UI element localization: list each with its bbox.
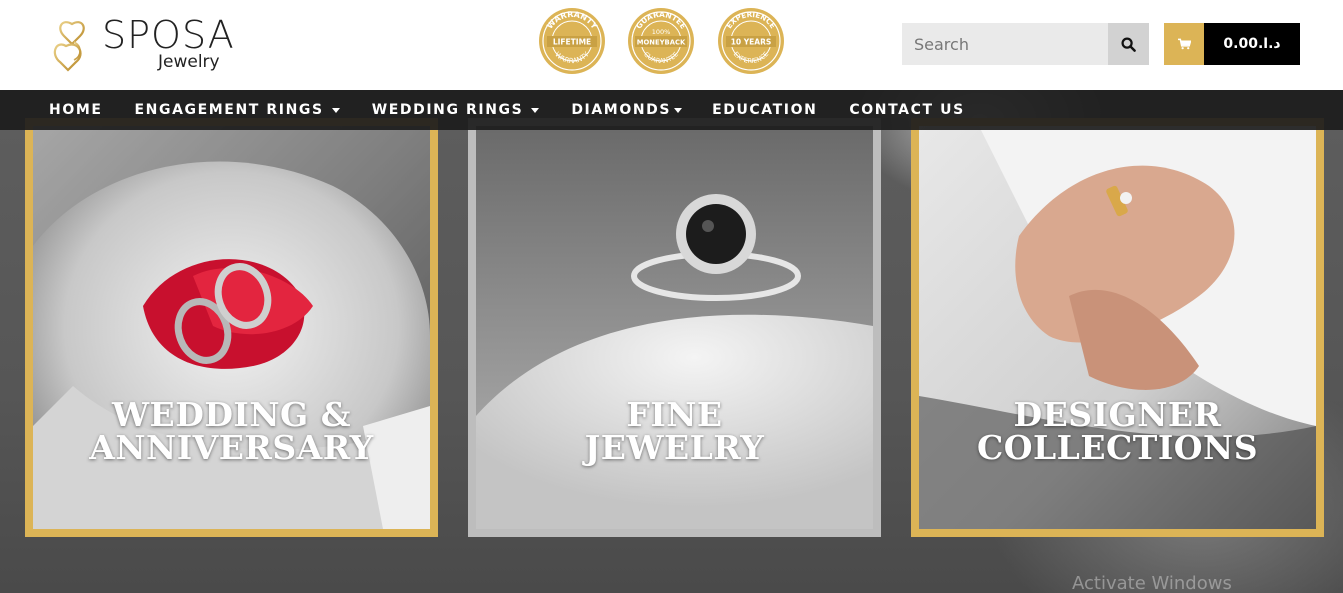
brand-name: SPOSA [102, 13, 235, 57]
moneyback-seal-icon: GUARANTEE GUARANTEE 100% MONEYBACK [628, 8, 694, 74]
nav-diamonds[interactable]: DIAMONDS [555, 90, 696, 130]
search-button[interactable] [1108, 23, 1149, 65]
cart-icon-box [1164, 23, 1204, 65]
category-title-line1: FINE [626, 395, 723, 434]
category-card-wedding-anniversary[interactable]: WEDDING & ANNIVERSARY [25, 118, 438, 537]
nav-contact-us-label: CONTACT US [849, 102, 965, 118]
svg-text:LIFETIME: LIFETIME [553, 38, 591, 47]
category-title: WEDDING & ANNIVERSARY [33, 398, 430, 464]
site-header: SPOSA Jewelry WARRANTY WARRANTY LIFETIME… [0, 0, 1343, 90]
category-title: FINE JEWELRY [476, 398, 873, 464]
hero-section: HOME ENGAGEMENT RINGS WEDDING RINGS DIAM… [0, 90, 1343, 593]
nav-education-label: EDUCATION [712, 102, 818, 118]
category-title-line1: WEDDING & [111, 395, 351, 434]
category-title-line2: JEWELRY [584, 428, 765, 467]
brand-logo[interactable]: SPOSA Jewelry [52, 14, 292, 76]
experience-seal-icon: EXPERIENCE EXPERIENCE 10 YEARS [718, 8, 784, 74]
search-bar [902, 23, 1149, 65]
os-activation-watermark: Activate Windows [1072, 573, 1232, 593]
nav-home[interactable]: HOME [33, 90, 119, 130]
nav-engagement-rings[interactable]: ENGAGEMENT RINGS [119, 90, 356, 130]
svg-text:100%: 100% [652, 28, 671, 36]
shopping-cart-icon [1177, 38, 1191, 50]
hands-with-rings-image [33, 126, 430, 529]
search-input[interactable] [902, 23, 1108, 65]
nav-education[interactable]: EDUCATION [696, 90, 833, 130]
trust-badges: WARRANTY WARRANTY LIFETIME GUARANTEE GUA… [538, 7, 788, 75]
category-card-designer-collections[interactable]: DESIGNER COLLECTIONS [911, 118, 1324, 537]
search-icon [1121, 36, 1136, 52]
cart-total: د.ا.0.00 [1204, 23, 1300, 65]
category-title-line2: COLLECTIONS [976, 428, 1259, 467]
logo-hearts-icon [53, 21, 85, 72]
caret-down-icon [331, 107, 340, 113]
main-navigation: HOME ENGAGEMENT RINGS WEDDING RINGS DIAM… [0, 90, 1343, 130]
svg-text:MONEYBACK: MONEYBACK [637, 39, 686, 47]
nav-home-label: HOME [49, 102, 103, 118]
nav-contact-us[interactable]: CONTACT US [833, 90, 980, 130]
nav-wedding-rings-label: WEDDING RINGS [371, 102, 524, 118]
nav-diamonds-label: DIAMONDS [571, 102, 672, 118]
category-card-fine-jewelry[interactable]: FINE JEWELRY [468, 118, 881, 537]
diamond-ring-image [476, 126, 873, 529]
nav-wedding-rings[interactable]: WEDDING RINGS [356, 90, 556, 130]
warranty-seal-icon: WARRANTY WARRANTY LIFETIME [539, 8, 605, 74]
svg-text:10 YEARS: 10 YEARS [731, 38, 772, 47]
nav-engagement-rings-label: ENGAGEMENT RINGS [134, 102, 324, 118]
category-title-line1: DESIGNER [1013, 395, 1222, 434]
caret-down-icon [674, 107, 683, 113]
category-title: DESIGNER COLLECTIONS [919, 398, 1316, 464]
category-title-line2: ANNIVERSARY [89, 428, 374, 467]
bride-hands-image [919, 126, 1316, 529]
caret-down-icon [531, 107, 540, 113]
brand-tagline: Jewelry [158, 52, 220, 72]
cart-button[interactable]: د.ا.0.00 [1164, 23, 1300, 65]
